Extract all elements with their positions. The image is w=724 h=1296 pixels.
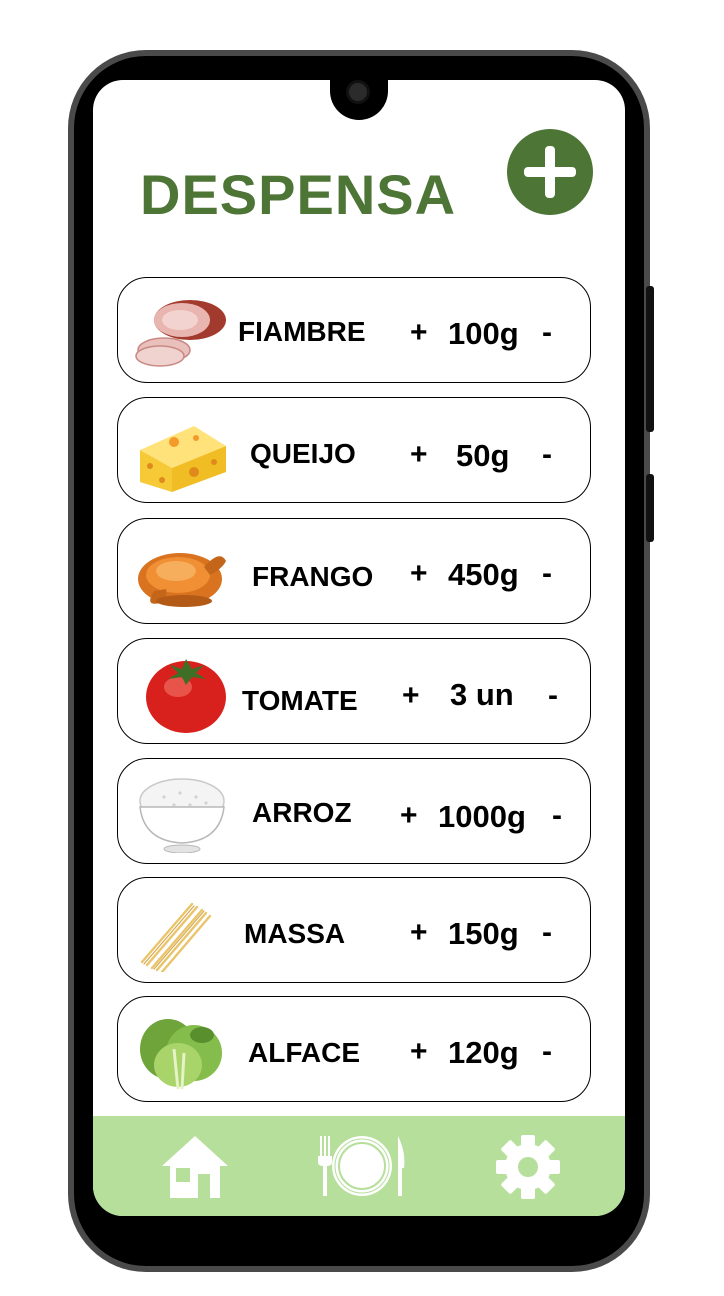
decrease-button[interactable]: - xyxy=(542,916,552,950)
item-quantity: 1000g xyxy=(438,799,526,834)
item-name: ALFACE xyxy=(248,1037,360,1068)
decrease-button[interactable]: - xyxy=(552,799,562,833)
plate-cutlery-icon xyxy=(318,1136,405,1196)
add-item-button[interactable] xyxy=(507,129,593,215)
item-name: MASSA xyxy=(244,918,346,949)
page-title: DESPENSA xyxy=(140,163,457,226)
increase-button[interactable]: + xyxy=(410,557,428,591)
item-quantity: 150g xyxy=(448,916,519,951)
home-icon xyxy=(162,1136,228,1198)
nav-meals-button[interactable] xyxy=(314,1132,410,1202)
decrease-button[interactable]: - xyxy=(542,557,552,591)
item-name: TOMATE xyxy=(242,685,358,716)
increase-button[interactable]: + xyxy=(402,679,420,713)
list-item: ARROZ + 1000g - xyxy=(117,758,591,864)
nav-home-button[interactable] xyxy=(160,1132,230,1202)
plus-icon xyxy=(524,146,576,198)
increase-button[interactable]: + xyxy=(410,316,428,350)
increase-button[interactable]: + xyxy=(410,438,428,472)
power-button xyxy=(646,286,654,432)
list-item: TOMATE + 3 un - xyxy=(117,638,591,744)
item-name: ARROZ xyxy=(252,797,352,828)
list-item: FRANGO + 450g - xyxy=(117,518,591,624)
gear-icon xyxy=(496,1135,560,1199)
item-name: QUEIJO xyxy=(250,438,356,469)
nav-settings-button[interactable] xyxy=(493,1132,563,1202)
decrease-button[interactable]: - xyxy=(542,438,552,472)
decrease-button[interactable]: - xyxy=(548,679,558,713)
item-quantity: 50g xyxy=(456,438,510,473)
tomato-icon xyxy=(146,659,226,733)
list-item: FIAMBRE + 100g - xyxy=(117,277,591,383)
front-camera xyxy=(346,80,370,104)
item-quantity: 120g xyxy=(448,1035,519,1070)
item-name: FRANGO xyxy=(252,561,374,592)
item-quantity: 450g xyxy=(448,557,519,592)
decrease-button[interactable]: - xyxy=(542,316,552,350)
ham-icon xyxy=(135,300,226,367)
rice-bowl-icon xyxy=(139,778,225,853)
item-quantity: 3 un xyxy=(450,677,514,712)
decrease-button[interactable]: - xyxy=(542,1035,552,1069)
lettuce-icon xyxy=(140,1019,222,1090)
increase-button[interactable]: + xyxy=(410,1035,428,1069)
volume-button xyxy=(646,474,654,542)
increase-button[interactable]: + xyxy=(400,799,418,833)
item-name: FIAMBRE xyxy=(238,316,366,347)
increase-button[interactable]: + xyxy=(410,916,428,950)
cheese-icon xyxy=(140,426,226,492)
list-item: ALFACE + 120g - xyxy=(117,996,591,1102)
list-item: MASSA + 150g - xyxy=(117,877,591,983)
item-quantity: 100g xyxy=(448,316,519,351)
pasta-icon xyxy=(140,902,212,972)
chicken-icon xyxy=(138,553,226,607)
list-item: QUEIJO + 50g - xyxy=(117,397,591,503)
